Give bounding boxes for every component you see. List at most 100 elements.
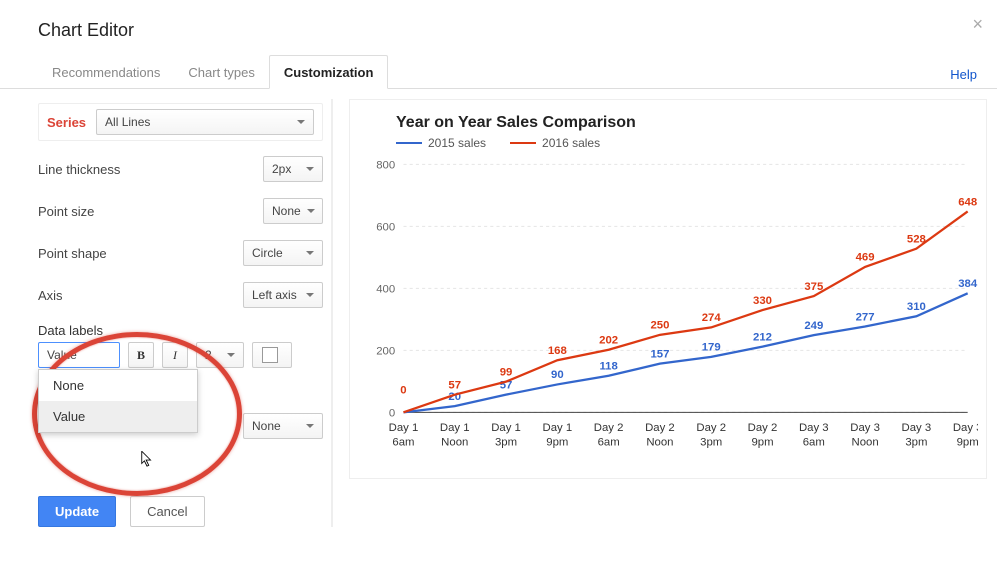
- cancel-button[interactable]: Cancel: [130, 496, 204, 527]
- svg-text:Day 1: Day 1: [389, 422, 419, 434]
- svg-text:Day 3: Day 3: [799, 422, 829, 434]
- data-labels-option-none[interactable]: None: [39, 370, 197, 401]
- tab-recommendations[interactable]: Recommendations: [38, 56, 174, 88]
- svg-text:Day 3: Day 3: [902, 422, 932, 434]
- svg-text:3pm: 3pm: [495, 436, 517, 448]
- svg-text:99: 99: [500, 366, 513, 378]
- chevron-down-icon: [227, 353, 235, 357]
- svg-text:249: 249: [804, 320, 823, 332]
- italic-button[interactable]: I: [162, 342, 188, 368]
- svg-text:6am: 6am: [803, 436, 825, 448]
- legend-item-2015: 2015 sales: [396, 136, 486, 150]
- point-shape-value: Circle: [252, 246, 283, 260]
- point-shape-label: Point shape: [38, 246, 107, 261]
- legend-text-2016: 2016 sales: [542, 136, 600, 150]
- legend-swatch-red: [510, 142, 536, 144]
- series-selector[interactable]: All Lines: [96, 109, 314, 135]
- help-link[interactable]: Help: [950, 67, 977, 82]
- svg-text:9pm: 9pm: [957, 436, 978, 448]
- svg-text:Day 2: Day 2: [748, 422, 778, 434]
- chevron-down-icon: [297, 120, 305, 124]
- label-color-select[interactable]: [252, 342, 292, 368]
- svg-text:384: 384: [958, 278, 978, 290]
- svg-text:250: 250: [650, 320, 669, 332]
- point-size-label: Point size: [38, 204, 94, 219]
- bold-button[interactable]: B: [128, 342, 154, 368]
- point-size-select[interactable]: None: [263, 198, 323, 224]
- svg-text:168: 168: [548, 345, 567, 357]
- axis-label: Axis: [38, 288, 63, 303]
- series-selector-value: All Lines: [105, 115, 150, 129]
- tab-bar: Recommendations Chart types Customizatio…: [0, 55, 997, 89]
- svg-text:200: 200: [376, 345, 395, 357]
- svg-text:800: 800: [376, 159, 395, 171]
- axis-value: Left axis: [252, 288, 297, 302]
- chevron-down-icon: [306, 424, 314, 428]
- tab-chart-types[interactable]: Chart types: [174, 56, 268, 88]
- tab-customization[interactable]: Customization: [269, 55, 389, 89]
- legend-item-2016: 2016 sales: [510, 136, 600, 150]
- svg-text:310: 310: [907, 301, 926, 313]
- svg-text:6am: 6am: [598, 436, 620, 448]
- legend-swatch-blue: [396, 142, 422, 144]
- svg-text:Day 1: Day 1: [542, 422, 572, 434]
- svg-text:Day 3: Day 3: [850, 422, 880, 434]
- svg-text:375: 375: [804, 281, 823, 293]
- point-size-value: None: [272, 204, 301, 218]
- point-shape-select[interactable]: Circle: [243, 240, 323, 266]
- svg-text:400: 400: [376, 283, 395, 295]
- data-labels-menu: None Value: [38, 369, 198, 433]
- svg-text:0: 0: [389, 407, 395, 419]
- svg-text:212: 212: [753, 331, 772, 343]
- data-labels-option-value[interactable]: Value: [39, 401, 197, 432]
- svg-text:Day 1: Day 1: [491, 422, 521, 434]
- svg-text:0: 0: [400, 385, 406, 397]
- svg-text:179: 179: [702, 342, 721, 354]
- svg-text:9pm: 9pm: [751, 436, 773, 448]
- svg-text:Day 2: Day 2: [696, 422, 726, 434]
- chevron-down-icon: [306, 251, 314, 255]
- svg-text:Noon: Noon: [441, 436, 468, 448]
- svg-text:202: 202: [599, 335, 618, 347]
- page-title: Chart Editor: [0, 0, 997, 55]
- chevron-down-icon: [306, 293, 314, 297]
- font-size-select[interactable]: 2: [196, 342, 244, 368]
- chart-preview: Year on Year Sales Comparison 2015 sales…: [349, 99, 987, 479]
- line-thickness-label: Line thickness: [38, 162, 120, 177]
- svg-text:3pm: 3pm: [700, 436, 722, 448]
- svg-text:157: 157: [650, 348, 669, 360]
- svg-text:9pm: 9pm: [546, 436, 568, 448]
- data-labels-label: Data labels: [38, 323, 103, 338]
- line-thickness-select[interactable]: 2px: [263, 156, 323, 182]
- line-thickness-value: 2px: [272, 162, 291, 176]
- axis-select[interactable]: Left axis: [243, 282, 323, 308]
- data-labels-select[interactable]: Value None Value: [38, 342, 120, 368]
- svg-text:600: 600: [376, 221, 395, 233]
- svg-text:528: 528: [907, 233, 926, 245]
- svg-text:648: 648: [958, 196, 977, 208]
- font-size-value: 2: [205, 348, 212, 362]
- svg-text:330: 330: [753, 295, 772, 307]
- svg-text:Day 1: Day 1: [440, 422, 470, 434]
- close-icon[interactable]: ×: [972, 14, 983, 35]
- chevron-down-icon: [307, 209, 315, 213]
- chart-svg: 0200400600800205790118157179212249277310…: [358, 154, 978, 464]
- color-swatch: [262, 347, 278, 363]
- svg-text:Noon: Noon: [646, 436, 673, 448]
- update-button[interactable]: Update: [38, 496, 116, 527]
- series-section-label: Series: [47, 115, 86, 130]
- svg-text:277: 277: [856, 311, 875, 323]
- data-labels-value: Value: [47, 348, 77, 362]
- svg-text:90: 90: [551, 369, 564, 381]
- customization-panel: Series All Lines Line thickness 2px Poin…: [38, 99, 333, 527]
- svg-text:469: 469: [856, 252, 875, 264]
- chart-legend: 2015 sales 2016 sales: [396, 136, 978, 150]
- svg-text:Day 2: Day 2: [645, 422, 675, 434]
- chart-title: Year on Year Sales Comparison: [396, 114, 978, 132]
- svg-text:274: 274: [702, 312, 722, 324]
- extra-select[interactable]: None: [243, 413, 323, 439]
- svg-text:Day 3: Day 3: [953, 422, 978, 434]
- legend-text-2015: 2015 sales: [428, 136, 486, 150]
- svg-text:57: 57: [448, 379, 461, 391]
- svg-text:3pm: 3pm: [905, 436, 927, 448]
